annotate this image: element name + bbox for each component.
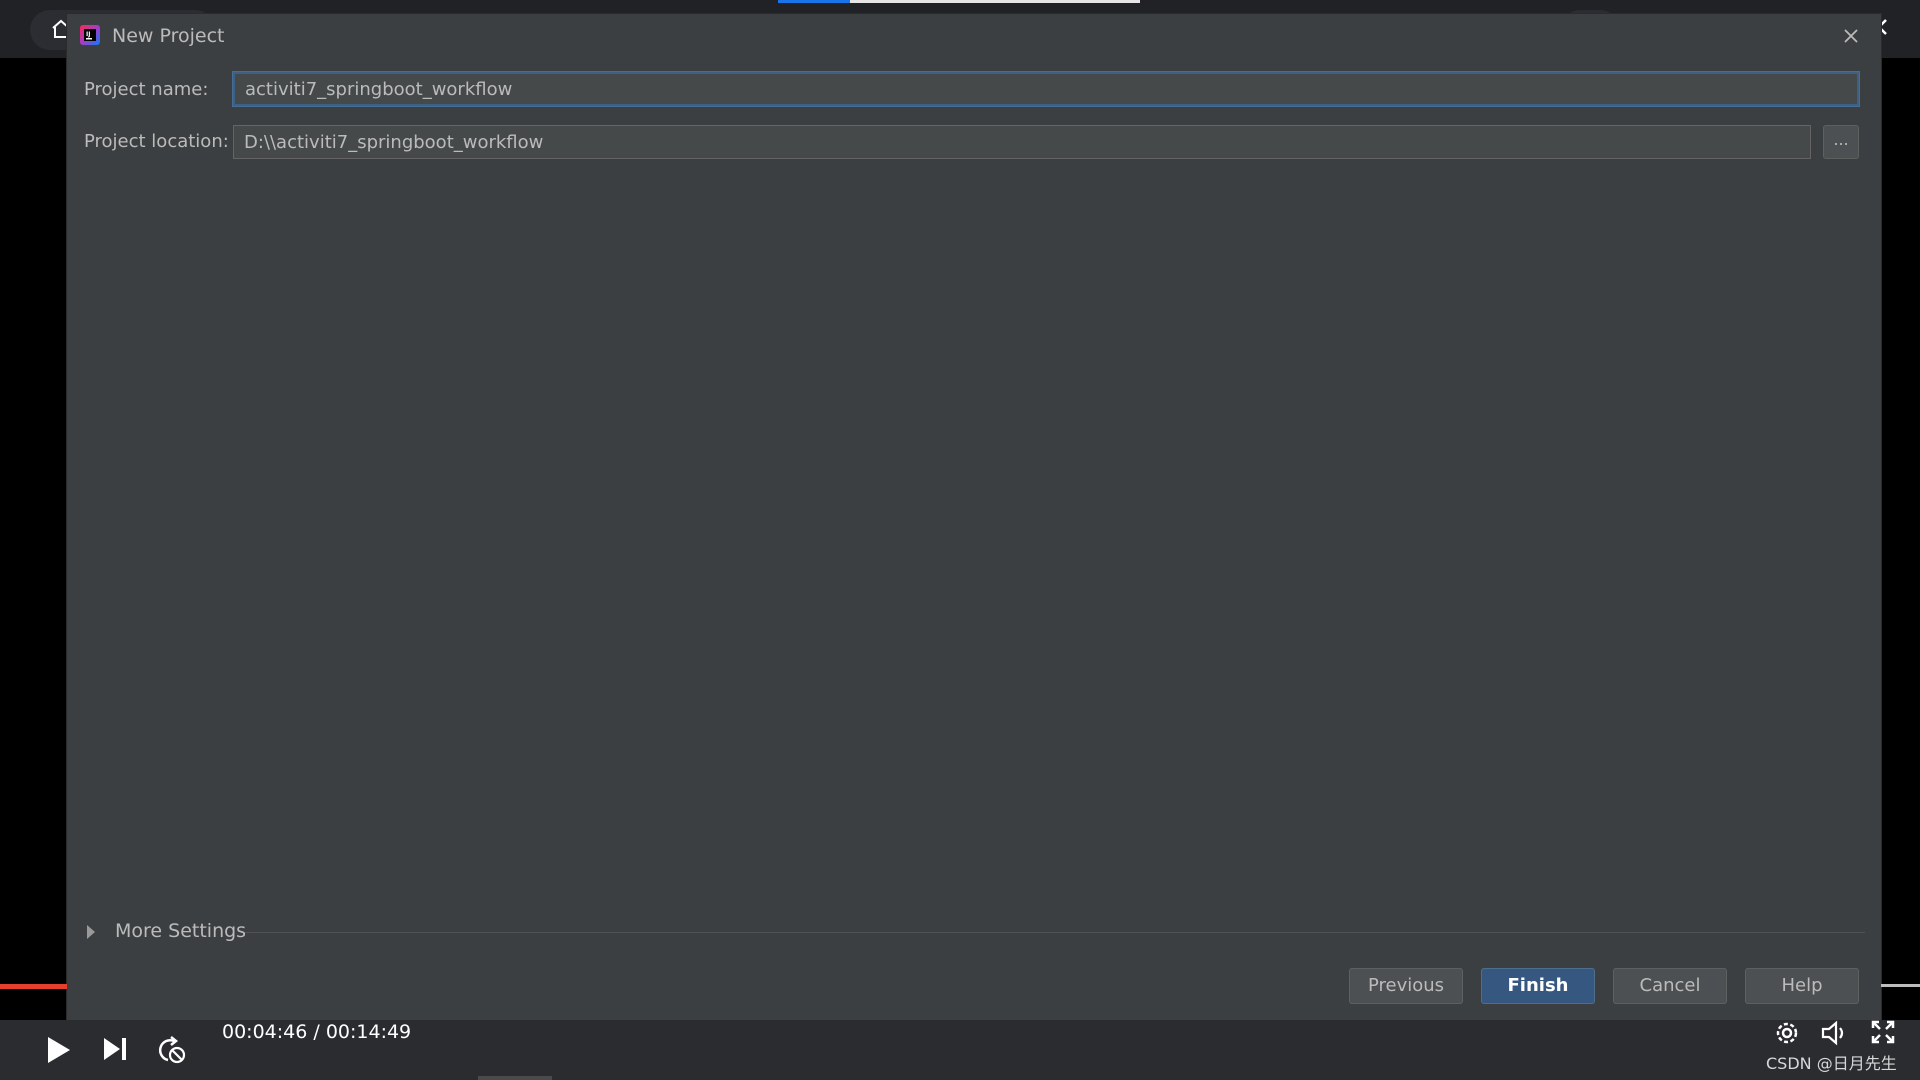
expand-arrow-icon xyxy=(87,925,95,939)
dialog-title-bar[interactable]: IJ New Project xyxy=(67,14,1881,56)
top-progress-white xyxy=(850,0,1140,3)
top-progress-blue xyxy=(778,0,850,3)
play-icon[interactable] xyxy=(42,1034,74,1066)
project-name-input[interactable] xyxy=(233,72,1859,106)
close-icon[interactable] xyxy=(1837,22,1865,50)
project-location-label: Project location: xyxy=(84,131,229,152)
project-location-input[interactable] xyxy=(233,125,1811,159)
previous-button[interactable]: Previous xyxy=(1349,968,1463,1004)
video-progress-played[interactable] xyxy=(0,984,67,989)
watermark: CSDN @日月先生 xyxy=(1766,1054,1897,1073)
new-project-dialog: IJ New Project Project name: Project loc… xyxy=(67,14,1881,1020)
more-settings-divider xyxy=(245,932,1865,933)
playback-time: 00:04:46 / 00:14:49 xyxy=(222,1021,412,1043)
dialog-title: New Project xyxy=(112,25,225,47)
video-progress-buffered[interactable] xyxy=(1881,984,1920,987)
cancel-button[interactable]: Cancel xyxy=(1613,968,1727,1004)
next-icon[interactable] xyxy=(100,1034,130,1064)
help-button[interactable]: Help xyxy=(1745,968,1859,1004)
bottom-edge-marker xyxy=(478,1076,552,1080)
more-settings-label: More Settings xyxy=(115,920,247,942)
project-name-label: Project name: xyxy=(84,79,209,100)
svg-text:IJ: IJ xyxy=(86,31,90,38)
intellij-idea-icon: IJ xyxy=(80,25,100,45)
loop-icon[interactable] xyxy=(154,1034,188,1066)
finish-button[interactable]: Finish xyxy=(1481,968,1595,1004)
browse-button[interactable]: ... xyxy=(1823,125,1859,159)
volume-icon[interactable] xyxy=(1820,1019,1850,1047)
settings-icon[interactable] xyxy=(1773,1019,1801,1047)
screen: IJ New Project Project name: Project loc… xyxy=(0,0,1920,1080)
fullscreen-icon[interactable] xyxy=(1870,1019,1896,1045)
